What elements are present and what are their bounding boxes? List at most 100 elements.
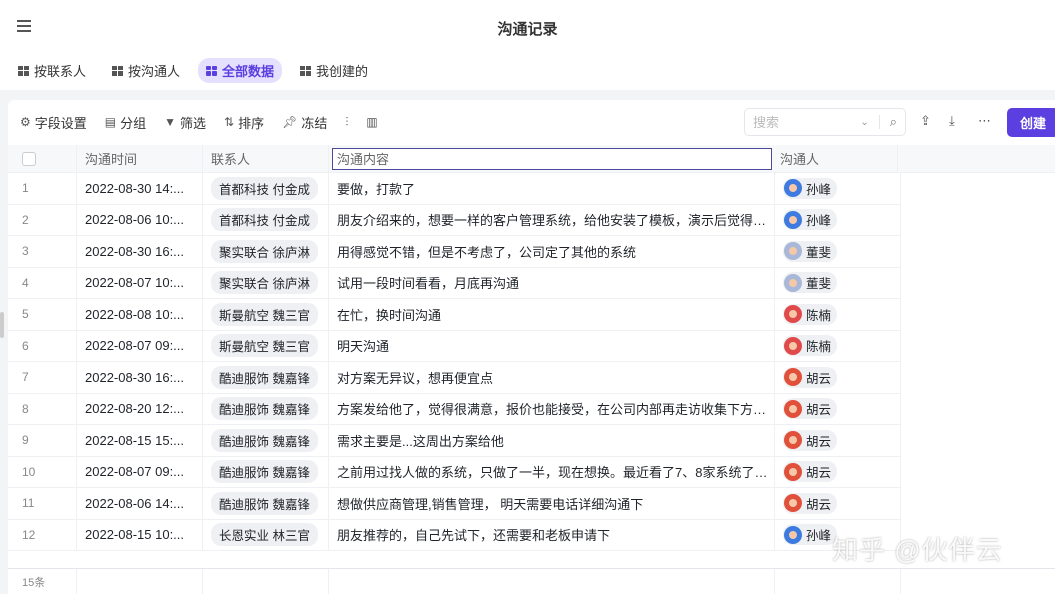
- content-cell[interactable]: 明天沟通: [329, 330, 775, 361]
- table-row[interactable]: 11 2022-08-06 14:... 酷迪服饰 魏嘉锋 想做供应商管理,销售管理，…: [8, 488, 901, 520]
- time-cell[interactable]: 2022-08-30 16:...: [77, 236, 203, 267]
- content-cell[interactable]: 在忙，换时间沟通: [329, 299, 775, 330]
- content-cell[interactable]: 对方案无异议，想再便宜点: [329, 362, 775, 393]
- contact-chip[interactable]: 首都科技 付金成: [211, 208, 318, 232]
- content-cell[interactable]: 朋友介绍来的，想要一样的客户管理系统，给他安装了模板，演示后觉得不...: [329, 204, 775, 235]
- time-cell[interactable]: 2022-08-07 10:...: [77, 267, 203, 298]
- content-cell[interactable]: 用得感觉不错，但是不考虑了，公司定了其他的系统: [329, 236, 775, 267]
- time-cell[interactable]: 2022-08-15 15:...: [77, 425, 203, 456]
- view-tab[interactable]: 我创建的: [292, 58, 376, 83]
- person-chip[interactable]: 胡云: [783, 429, 838, 451]
- person-cell[interactable]: 孙峰: [775, 173, 901, 204]
- time-cell[interactable]: 2022-08-20 12:...: [77, 393, 203, 424]
- table-row[interactable]: 1 2022-08-30 14:... 首都科技 付金成 要做，打款了 孙峰: [8, 173, 901, 205]
- search-input[interactable]: [753, 114, 853, 130]
- group-button[interactable]: ▤ 分组: [105, 113, 146, 132]
- view-tab[interactable]: 全部数据: [198, 58, 283, 83]
- person-chip[interactable]: 陈楠: [783, 303, 838, 325]
- person-cell[interactable]: 董斐: [775, 236, 901, 267]
- chart-button[interactable]: ▥: [366, 115, 377, 129]
- person-chip[interactable]: 孙峰: [783, 209, 838, 231]
- table-row[interactable]: 9 2022-08-15 15:... 酷迪服饰 魏嘉锋 需求主要是...这周出方案给…: [8, 425, 901, 457]
- column-header-time[interactable]: 沟通时间: [77, 145, 203, 172]
- contact-chip[interactable]: 聚实联合 徐庐淋: [211, 271, 318, 295]
- person-chip[interactable]: 胡云: [783, 461, 838, 483]
- select-all-checkbox[interactable]: [22, 151, 36, 166]
- field-settings-button[interactable]: ⚙ 字段设置: [20, 113, 87, 132]
- freeze-button[interactable]: 📌︎ 冻结: [282, 113, 327, 132]
- contact-cell[interactable]: 聚实联合 徐庐淋: [203, 267, 329, 298]
- create-button[interactable]: 创建: [1007, 108, 1055, 137]
- table-row[interactable]: 3 2022-08-30 16:... 聚实联合 徐庐淋 用得感觉不错，但是不考虑了，…: [8, 236, 901, 268]
- person-cell[interactable]: 孙峰: [775, 204, 901, 235]
- person-cell[interactable]: 胡云: [775, 393, 901, 424]
- search-icon[interactable]: ⌕: [890, 114, 897, 130]
- contact-cell[interactable]: 聚实联合 徐庐淋: [203, 236, 329, 267]
- contact-chip[interactable]: 酷迪服饰 魏嘉锋: [211, 365, 318, 389]
- view-tab[interactable]: 按沟通人: [104, 58, 188, 83]
- contact-chip[interactable]: 酷迪服饰 魏嘉锋: [211, 428, 318, 452]
- sort-button[interactable]: ⇅ 排序: [224, 113, 264, 132]
- person-chip[interactable]: 陈楠: [783, 335, 838, 357]
- contact-cell[interactable]: 斯曼航空 魏三官: [203, 330, 329, 361]
- time-cell[interactable]: 2022-08-07 09:...: [77, 330, 203, 361]
- contact-chip[interactable]: 酷迪服饰 魏嘉锋: [211, 460, 318, 484]
- person-cell[interactable]: 董斐: [775, 267, 901, 298]
- contact-chip[interactable]: 首都科技 付金成: [211, 176, 318, 200]
- content-cell[interactable]: 朋友推荐的，自己先试下，还需要和老板申请下: [329, 519, 775, 550]
- time-cell[interactable]: 2022-08-06 10:...: [77, 204, 203, 235]
- contact-cell[interactable]: 酷迪服饰 魏嘉锋: [203, 456, 329, 487]
- time-cell[interactable]: 2022-08-07 09:...: [77, 456, 203, 487]
- contact-cell[interactable]: 首都科技 付金成: [203, 204, 329, 235]
- contact-chip[interactable]: 斯曼航空 魏三官: [211, 302, 318, 326]
- chevron-down-icon[interactable]: ⌄: [860, 117, 868, 128]
- contact-cell[interactable]: 斯曼航空 魏三官: [203, 299, 329, 330]
- person-chip[interactable]: 孙峰: [783, 524, 838, 546]
- contact-chip[interactable]: 长恩实业 林三官: [211, 523, 318, 547]
- contact-cell[interactable]: 酷迪服饰 魏嘉锋: [203, 488, 329, 519]
- person-chip[interactable]: 董斐: [783, 240, 838, 262]
- person-chip[interactable]: 孙峰: [783, 177, 838, 199]
- table-row[interactable]: 4 2022-08-07 10:... 聚实联合 徐庐淋 试用一段时间看看，月底再沟通…: [8, 267, 901, 299]
- content-cell[interactable]: 要做，打款了: [329, 173, 775, 204]
- time-cell[interactable]: 2022-08-06 14:...: [77, 488, 203, 519]
- column-header-content[interactable]: 沟通内容: [332, 147, 772, 170]
- table-row[interactable]: 7 2022-08-30 16:... 酷迪服饰 魏嘉锋 对方案无异议，想再便宜点 胡云: [8, 362, 901, 394]
- contact-chip[interactable]: 酷迪服饰 魏嘉锋: [211, 397, 318, 421]
- content-cell[interactable]: 试用一段时间看看，月底再沟通: [329, 267, 775, 298]
- table-row[interactable]: 2 2022-08-06 10:... 首都科技 付金成 朋友介绍来的，想要一样的客户…: [8, 204, 901, 236]
- contact-chip[interactable]: 酷迪服饰 魏嘉锋: [211, 491, 318, 515]
- person-chip[interactable]: 胡云: [783, 366, 838, 388]
- more-icon[interactable]: ⋯: [978, 113, 991, 129]
- content-cell[interactable]: 想做供应商管理,销售管理， 明天需要电话详细沟通下: [329, 488, 775, 519]
- contact-cell[interactable]: 首都科技 付金成: [203, 173, 329, 204]
- content-cell[interactable]: 需求主要是...这周出方案给他: [329, 425, 775, 456]
- time-cell[interactable]: 2022-08-08 10:...: [77, 299, 203, 330]
- contact-cell[interactable]: 酷迪服饰 魏嘉锋: [203, 425, 329, 456]
- person-cell[interactable]: 胡云: [775, 425, 901, 456]
- person-chip[interactable]: 董斐: [783, 272, 838, 294]
- filter-button[interactable]: ▼ 筛选: [164, 113, 206, 132]
- upload-icon[interactable]: ⇪: [920, 113, 931, 129]
- column-header-contact[interactable]: 联系人: [203, 145, 329, 172]
- time-cell[interactable]: 2022-08-30 14:...: [77, 173, 203, 204]
- contact-chip[interactable]: 聚实联合 徐庐淋: [211, 239, 318, 263]
- download-icon[interactable]: ⤓: [949, 113, 955, 129]
- time-cell[interactable]: 2022-08-30 16:...: [77, 362, 203, 393]
- view-tab[interactable]: 按联系人: [10, 58, 94, 83]
- content-cell[interactable]: 方案发给他了，觉得很满意，报价也能接受，在公司内部再走访收集下方案...: [329, 393, 775, 424]
- contact-cell[interactable]: 长恩实业 林三官: [203, 519, 329, 550]
- person-cell[interactable]: 胡云: [775, 456, 901, 487]
- person-cell[interactable]: 胡云: [775, 362, 901, 393]
- search-box[interactable]: ⌄ ⌕: [744, 108, 906, 136]
- column-header-person[interactable]: 沟通人: [772, 145, 898, 172]
- contact-chip[interactable]: 斯曼航空 魏三官: [211, 334, 318, 358]
- sidebar-resize-handle[interactable]: [0, 312, 4, 338]
- contact-cell[interactable]: 酷迪服饰 魏嘉锋: [203, 393, 329, 424]
- person-chip[interactable]: 胡云: [783, 492, 838, 514]
- table-row[interactable]: 8 2022-08-20 12:... 酷迪服饰 魏嘉锋 方案发给他了，觉得很满意，报…: [8, 393, 901, 425]
- table-row[interactable]: 5 2022-08-08 10:... 斯曼航空 魏三官 在忙，换时间沟通 陈楠: [8, 299, 901, 331]
- row-height-button[interactable]: ⫶: [345, 115, 348, 130]
- time-cell[interactable]: 2022-08-15 10:...: [77, 519, 203, 550]
- table-row[interactable]: 6 2022-08-07 09:... 斯曼航空 魏三官 明天沟通 陈楠: [8, 330, 901, 362]
